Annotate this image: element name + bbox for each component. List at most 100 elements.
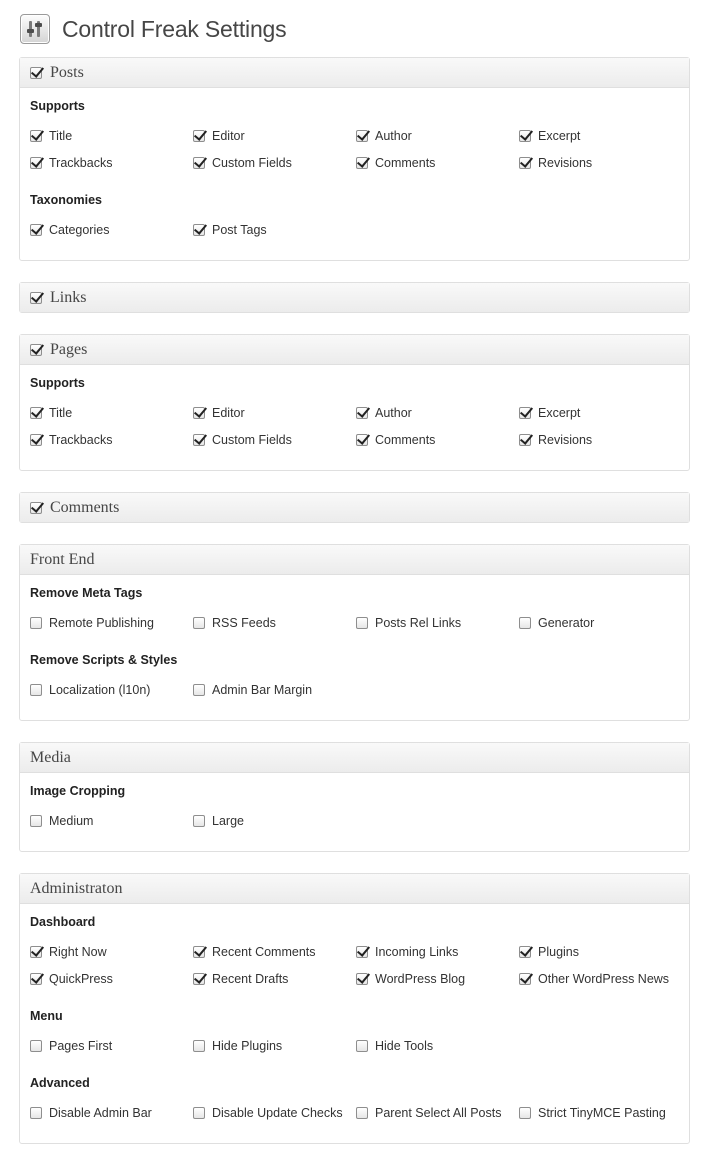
panel-title-posts[interactable]: Posts — [50, 64, 84, 82]
checkbox[interactable] — [356, 434, 368, 446]
checkbox[interactable] — [193, 684, 205, 696]
checkbox[interactable] — [193, 946, 205, 958]
panel-toggle-checkbox-pages[interactable] — [30, 343, 42, 356]
option-hide-plugins[interactable]: Hide Plugins — [193, 1038, 282, 1054]
option-quickpress[interactable]: QuickPress — [30, 971, 113, 987]
checkbox[interactable] — [519, 407, 531, 419]
checkbox[interactable] — [193, 1040, 205, 1052]
checkbox[interactable] — [193, 224, 205, 236]
panel-title-comments[interactable]: Comments — [50, 499, 119, 517]
panel-toggle-checkbox-comments[interactable] — [30, 501, 42, 514]
checkbox[interactable] — [193, 1107, 205, 1119]
checkbox[interactable] — [30, 407, 42, 419]
option-localization-l10n[interactable]: Localization (l10n) — [30, 682, 150, 698]
page-title: Control Freak Settings — [62, 15, 287, 42]
checkbox[interactable] — [356, 617, 368, 629]
option-label: Title — [49, 406, 73, 420]
checkbox[interactable] — [356, 1107, 368, 1119]
checkbox[interactable] — [30, 157, 42, 169]
option-label: Post Tags — [212, 223, 267, 237]
option-label: Hide Tools — [375, 1039, 434, 1053]
checkbox[interactable] — [519, 617, 531, 629]
checkbox[interactable] — [519, 1107, 531, 1119]
checkbox[interactable] — [30, 1107, 42, 1119]
checkbox[interactable] — [519, 130, 531, 142]
option-remote-publishing[interactable]: Remote Publishing — [30, 615, 154, 631]
checkbox[interactable] — [193, 407, 205, 419]
checkbox[interactable] — [356, 157, 368, 169]
option-revisions[interactable]: Revisions — [519, 432, 592, 448]
option-custom-fields[interactable]: Custom Fields — [193, 155, 292, 171]
checkbox[interactable] — [30, 1040, 42, 1052]
checkbox[interactable] — [519, 946, 531, 958]
panel-title-links[interactable]: Links — [50, 289, 86, 307]
option-editor[interactable]: Editor — [193, 128, 245, 144]
checkbox[interactable] — [30, 946, 42, 958]
checkbox[interactable] — [356, 973, 368, 985]
option-title[interactable]: Title — [30, 405, 72, 421]
option-comments[interactable]: Comments — [356, 432, 435, 448]
option-label: Author — [375, 129, 412, 143]
checkbox[interactable] — [356, 130, 368, 142]
group-title: Image Cropping — [30, 784, 126, 798]
option-generator[interactable]: Generator — [519, 615, 594, 631]
checkbox[interactable] — [193, 973, 205, 985]
checkbox[interactable] — [30, 973, 42, 985]
option-parent-select-all-posts[interactable]: Parent Select All Posts — [356, 1105, 501, 1121]
checkbox[interactable] — [30, 617, 42, 629]
option-excerpt[interactable]: Excerpt — [519, 405, 580, 421]
checkbox[interactable] — [519, 157, 531, 169]
option-medium[interactable]: Medium — [30, 813, 93, 829]
checkbox[interactable] — [193, 157, 205, 169]
option-strict-tinymce-pasting[interactable]: Strict TinyMCE Pasting — [519, 1105, 666, 1121]
option-disable-admin-bar[interactable]: Disable Admin Bar — [30, 1105, 152, 1121]
option-comments[interactable]: Comments — [356, 155, 435, 171]
sliders-icon — [20, 14, 50, 44]
option-trackbacks[interactable]: Trackbacks — [30, 432, 112, 448]
checkbox[interactable] — [30, 130, 42, 142]
option-recent-drafts[interactable]: Recent Drafts — [193, 971, 288, 987]
checkbox[interactable] — [356, 1040, 368, 1052]
option-recent-comments[interactable]: Recent Comments — [193, 944, 316, 960]
checkbox[interactable] — [356, 946, 368, 958]
option-post-tags[interactable]: Post Tags — [193, 222, 267, 238]
checkbox[interactable] — [30, 224, 42, 236]
option-wordpress-blog[interactable]: WordPress Blog — [356, 971, 465, 987]
option-posts-rel-links[interactable]: Posts Rel Links — [356, 615, 461, 631]
checkbox[interactable] — [193, 434, 205, 446]
option-disable-update-checks[interactable]: Disable Update Checks — [193, 1105, 343, 1121]
option-right-now[interactable]: Right Now — [30, 944, 107, 960]
option-other-wordpress-news[interactable]: Other WordPress News — [519, 971, 669, 987]
option-excerpt[interactable]: Excerpt — [519, 128, 580, 144]
option-label: QuickPress — [49, 972, 113, 986]
checkbox[interactable] — [193, 617, 205, 629]
option-custom-fields[interactable]: Custom Fields — [193, 432, 292, 448]
option-author[interactable]: Author — [356, 405, 412, 421]
checkbox[interactable] — [30, 684, 42, 696]
checkbox[interactable] — [519, 973, 531, 985]
panel-toggle-checkbox-posts[interactable] — [30, 66, 42, 79]
option-large[interactable]: Large — [193, 813, 244, 829]
option-admin-bar-margin[interactable]: Admin Bar Margin — [193, 682, 312, 698]
checkbox[interactable] — [30, 815, 42, 827]
checkbox[interactable] — [356, 407, 368, 419]
checkbox[interactable] — [519, 434, 531, 446]
panel-administration: Administraton Dashboard Right Now Recent Co… — [19, 873, 690, 1144]
option-plugins[interactable]: Plugins — [519, 944, 579, 960]
checkbox[interactable] — [30, 434, 42, 446]
option-editor[interactable]: Editor — [193, 405, 245, 421]
panel-toggle-checkbox-links[interactable] — [30, 291, 42, 304]
option-title[interactable]: Title — [30, 128, 72, 144]
option-rss-feeds[interactable]: RSS Feeds — [193, 615, 276, 631]
option-hide-tools[interactable]: Hide Tools — [356, 1038, 433, 1054]
panel-title-pages[interactable]: Pages — [50, 341, 87, 359]
option-categories[interactable]: Categories — [30, 222, 109, 238]
checkbox[interactable] — [193, 130, 205, 142]
option-author[interactable]: Author — [356, 128, 412, 144]
option-label: RSS Feeds — [212, 616, 276, 630]
checkbox[interactable] — [193, 815, 205, 827]
option-revisions[interactable]: Revisions — [519, 155, 592, 171]
option-pages-first[interactable]: Pages First — [30, 1038, 112, 1054]
option-trackbacks[interactable]: Trackbacks — [30, 155, 112, 171]
option-incoming-links[interactable]: Incoming Links — [356, 944, 458, 960]
